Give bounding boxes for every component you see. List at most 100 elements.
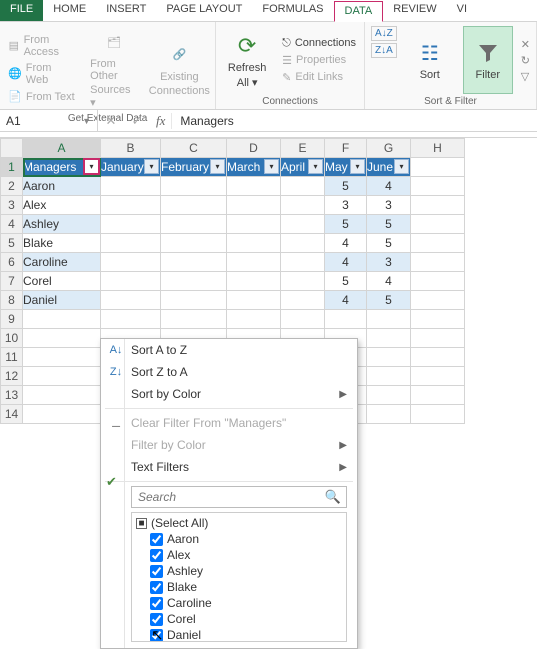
sort-asc-button[interactable]: A↓Z — [371, 26, 397, 41]
cell-H1[interactable] — [411, 158, 465, 177]
header-cell-june[interactable]: June▾ — [367, 158, 411, 177]
existing-connections-button[interactable]: 🔗 ExistingConnections — [150, 26, 210, 111]
filter-item-blake[interactable]: Blake — [136, 579, 342, 595]
cell-name-4[interactable]: Ashley — [23, 215, 101, 234]
filter-select-all[interactable]: ■(Select All) — [136, 515, 342, 531]
text-filters[interactable]: Text Filters▶ — [101, 456, 357, 478]
cell-F2[interactable]: 5 — [325, 177, 367, 196]
row-header-14[interactable]: 14 — [1, 405, 23, 424]
filter-checkbox[interactable] — [150, 581, 163, 594]
filter-checkbox[interactable] — [150, 549, 163, 562]
header-cell-january[interactable]: January▾ — [101, 158, 161, 177]
cell-name-5[interactable]: Blake — [23, 234, 101, 253]
filter-item-ashley[interactable]: Ashley — [136, 563, 342, 579]
refresh-all-button[interactable]: ⟳ RefreshAll ▾ — [222, 26, 272, 94]
from-other-sources-button[interactable]: 🗂 From OtherSources ▾ — [86, 26, 141, 111]
cell-name-8[interactable]: Daniel — [23, 291, 101, 310]
filter-item-corel[interactable]: Corel — [136, 611, 342, 627]
cell-name-3[interactable]: Alex — [23, 196, 101, 215]
filter-item-daniel[interactable]: Daniel — [136, 627, 342, 642]
row-header-13[interactable]: 13 — [1, 386, 23, 405]
filter-item-aaron[interactable]: Aaron — [136, 531, 342, 547]
header-cell-march[interactable]: March▾ — [227, 158, 281, 177]
cell-G2[interactable]: 4 — [367, 177, 411, 196]
from-web-button[interactable]: 🌐From Web — [6, 61, 78, 87]
row-header-4[interactable]: 4 — [1, 215, 23, 234]
cell-name-6[interactable]: Caroline — [23, 253, 101, 272]
col-header-C[interactable]: C — [161, 139, 227, 158]
filter-toggle-A[interactable]: ▾ — [84, 159, 99, 174]
select-all-corner[interactable] — [1, 139, 23, 158]
clear-icon[interactable]: ✕ — [521, 38, 530, 51]
row-header-1[interactable]: 1 — [1, 158, 23, 177]
filter-toggle-B[interactable]: ▾ — [144, 159, 159, 174]
properties-button[interactable]: ☰Properties — [280, 53, 358, 68]
row-header-2[interactable]: 2 — [1, 177, 23, 196]
header-cell-managers[interactable]: Managers▾ — [23, 158, 101, 177]
col-header-G[interactable]: G — [367, 139, 411, 158]
advanced-icon[interactable]: ▽ — [521, 70, 530, 83]
filter-checkbox[interactable] — [150, 597, 163, 610]
name-box[interactable]: A1▼ — [0, 110, 98, 131]
cell-name-7[interactable]: Corel — [23, 272, 101, 291]
cell-G6[interactable]: 3 — [367, 253, 411, 272]
chevron-down-icon[interactable]: ▼ — [82, 116, 91, 126]
tab-insert[interactable]: INSERT — [96, 0, 156, 21]
header-cell-february[interactable]: February▾ — [161, 158, 227, 177]
cell-G4[interactable]: 5 — [367, 215, 411, 234]
tristate-checkbox-icon[interactable]: ■ — [136, 518, 147, 529]
fx-icon[interactable]: fx — [150, 113, 172, 129]
filter-item-alex[interactable]: Alex — [136, 547, 342, 563]
cell-G3[interactable]: 3 — [367, 196, 411, 215]
edit-links-button[interactable]: ✎Edit Links — [280, 70, 358, 85]
row-header-7[interactable]: 7 — [1, 272, 23, 291]
row-header-11[interactable]: 11 — [1, 348, 23, 367]
row-header-8[interactable]: 8 — [1, 291, 23, 310]
tab-formulas[interactable]: FORMULAS — [252, 0, 333, 21]
filter-toggle-C[interactable]: ▾ — [210, 159, 225, 174]
cell-F5[interactable]: 4 — [325, 234, 367, 253]
filter-search-input[interactable] — [131, 486, 347, 508]
filter-checkbox[interactable] — [150, 613, 163, 626]
filter-checkbox[interactable] — [150, 533, 163, 546]
tab-home[interactable]: HOME — [43, 0, 96, 21]
sort-button[interactable]: ☷ Sort — [405, 26, 455, 94]
reapply-icon[interactable]: ↻ — [521, 54, 530, 67]
filter-item-caroline[interactable]: Caroline — [136, 595, 342, 611]
spreadsheet-grid[interactable]: ABCDEFGH1Managers▾January▾February▾March… — [0, 138, 537, 424]
col-header-A[interactable]: A — [23, 139, 101, 158]
filter-toggle-E[interactable]: ▾ — [308, 159, 323, 174]
header-cell-may[interactable]: May▾ — [325, 158, 367, 177]
cell-F7[interactable]: 5 — [325, 272, 367, 291]
col-header-E[interactable]: E — [281, 139, 325, 158]
filter-search[interactable]: 🔍 — [131, 486, 347, 508]
row-header-9[interactable]: 9 — [1, 310, 23, 329]
from-text-button[interactable]: 📄From Text — [6, 89, 78, 105]
sort-desc-button[interactable]: Z↓A — [371, 43, 397, 58]
row-header-12[interactable]: 12 — [1, 367, 23, 386]
tab-view[interactable]: VI — [447, 0, 477, 21]
filter-toggle-D[interactable]: ▾ — [264, 159, 279, 174]
sort-z-to-a[interactable]: Z↓Sort Z to A — [101, 361, 357, 383]
row-header-6[interactable]: 6 — [1, 253, 23, 272]
filter-button[interactable]: Filter — [463, 26, 513, 94]
sort-a-to-z[interactable]: A↓Sort A to Z — [101, 339, 357, 361]
filter-values-list[interactable]: ■(Select All)AaronAlexAshleyBlakeCarolin… — [131, 512, 347, 642]
tab-data[interactable]: DATA — [334, 1, 384, 22]
col-header-D[interactable]: D — [227, 139, 281, 158]
formula-input[interactable]: Managers — [172, 112, 537, 130]
header-cell-april[interactable]: April▾ — [281, 158, 325, 177]
row-header-3[interactable]: 3 — [1, 196, 23, 215]
col-header-H[interactable]: H — [411, 139, 465, 158]
sort-by-color[interactable]: Sort by Color▶ — [101, 383, 357, 405]
filter-checkbox[interactable] — [150, 565, 163, 578]
filter-toggle-G[interactable]: ▾ — [394, 159, 409, 174]
cell-F4[interactable]: 5 — [325, 215, 367, 234]
tab-file[interactable]: FILE — [0, 0, 43, 21]
cell-G5[interactable]: 5 — [367, 234, 411, 253]
tab-review[interactable]: REVIEW — [383, 0, 446, 21]
col-header-F[interactable]: F — [325, 139, 367, 158]
filter-toggle-F[interactable]: ▾ — [350, 159, 365, 174]
row-header-10[interactable]: 10 — [1, 329, 23, 348]
tab-pagelayout[interactable]: PAGE LAYOUT — [156, 0, 252, 21]
